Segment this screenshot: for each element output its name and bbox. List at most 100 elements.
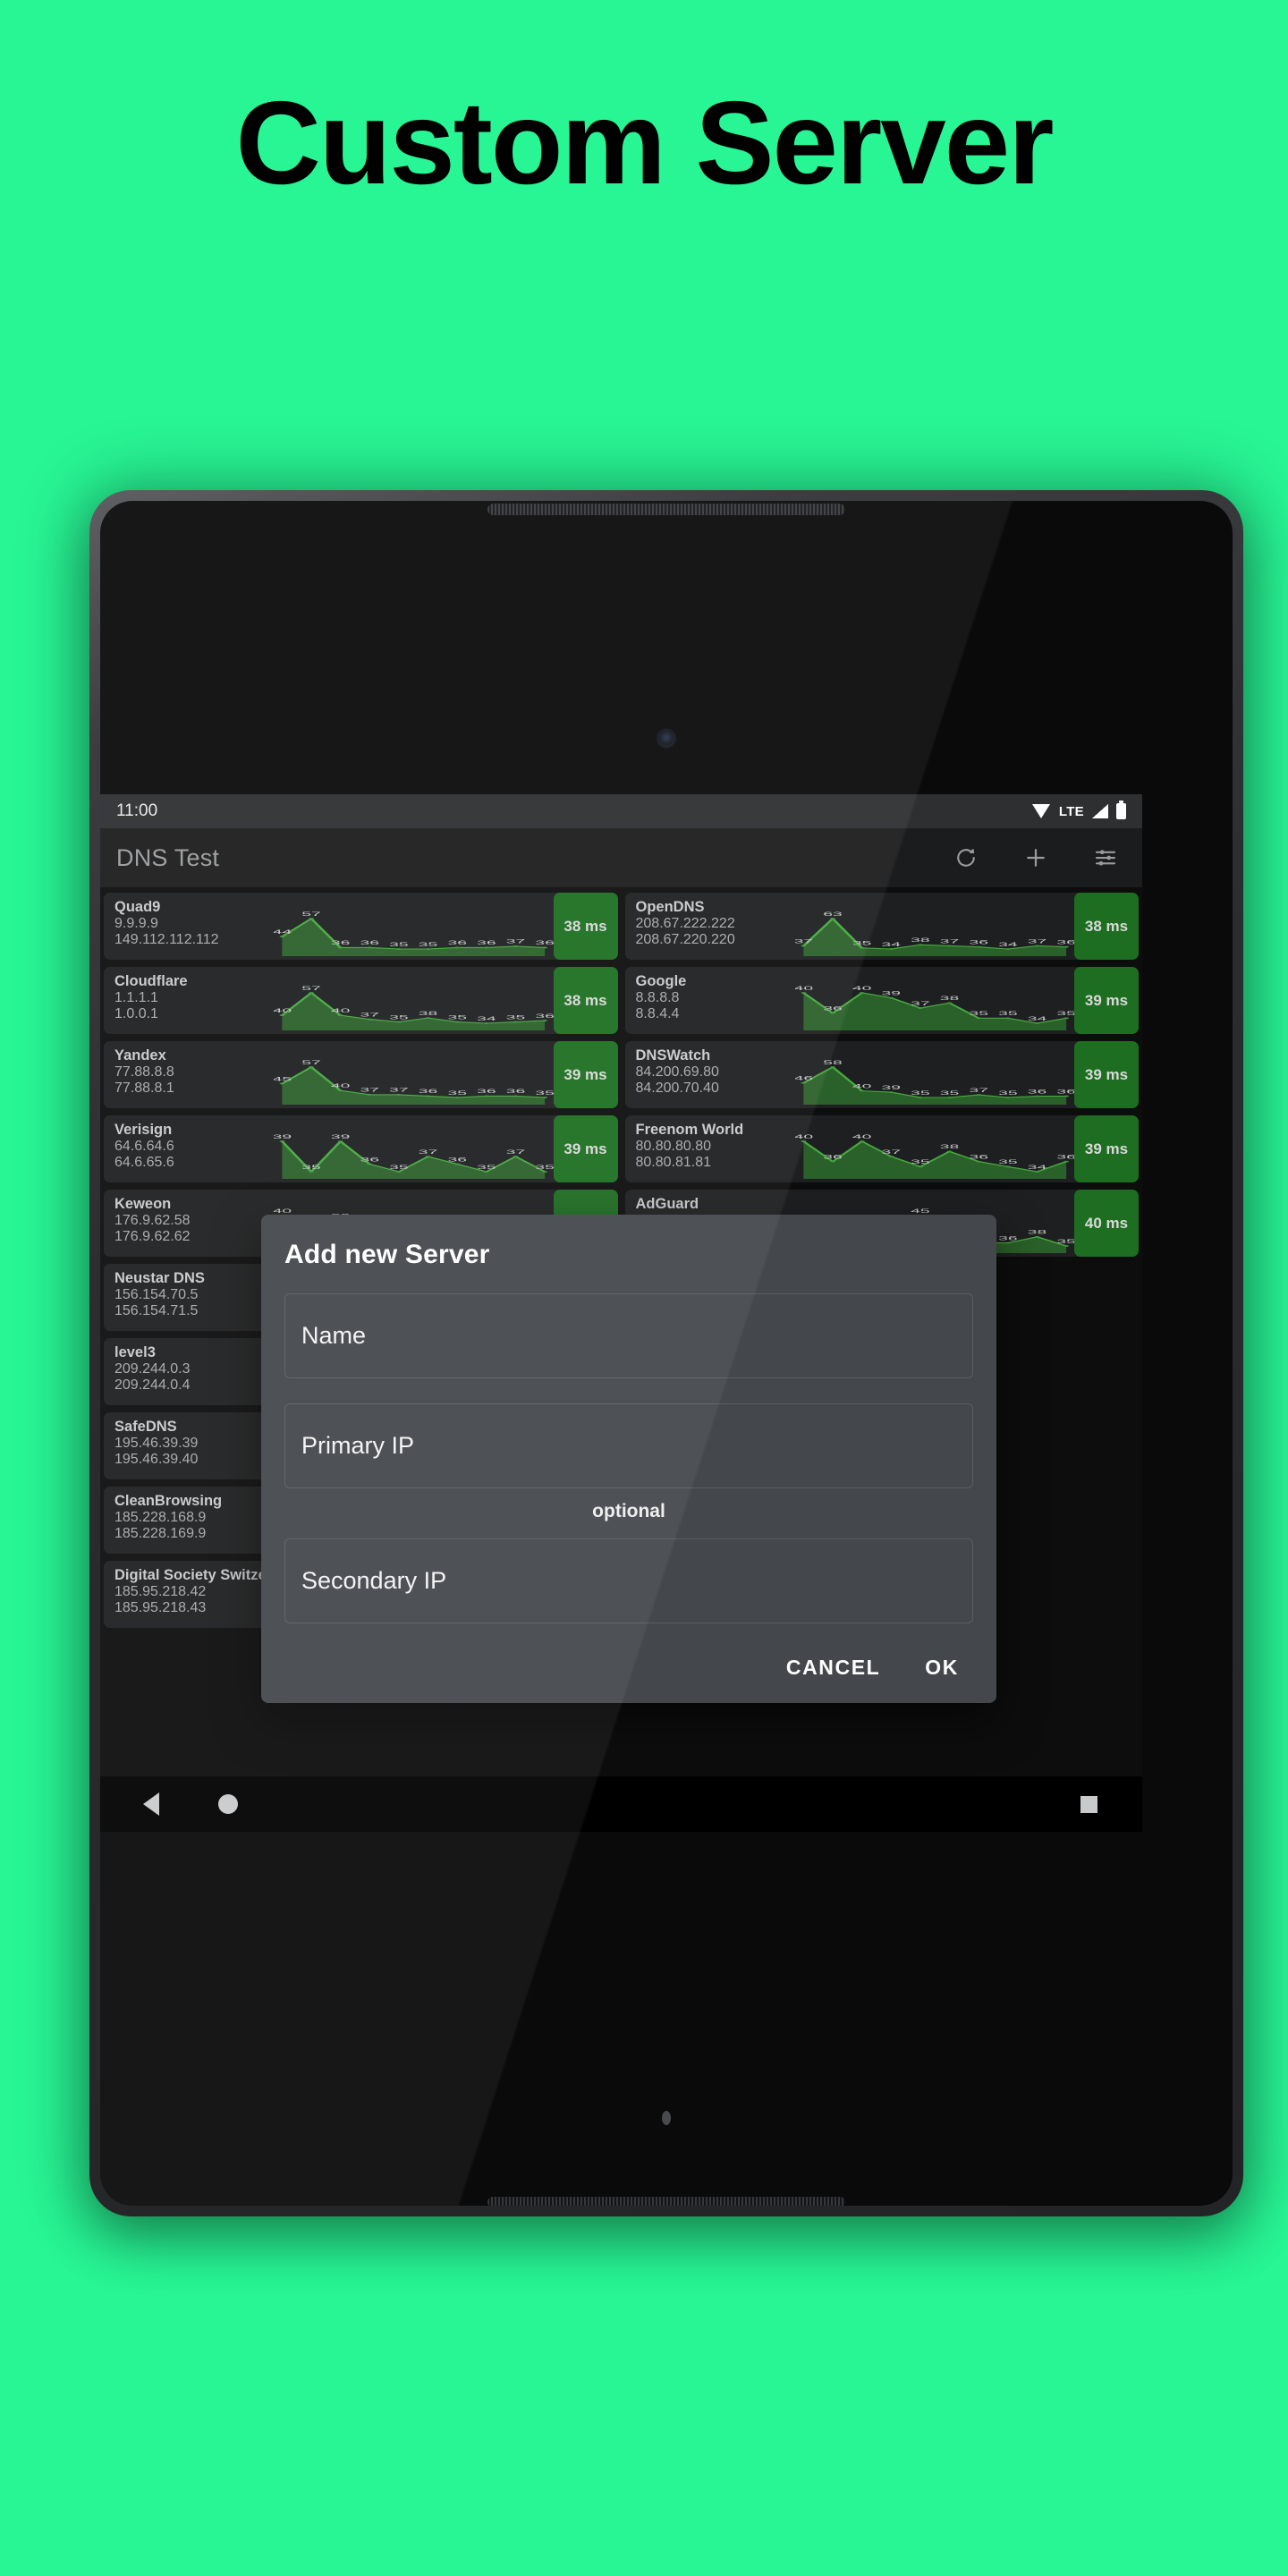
latency-badge: 39 ms	[1074, 967, 1139, 1034]
server-row[interactable]: Freenom World 80.80.80.80 80.80.81.81 40 36…	[624, 1115, 1139, 1182]
dialog-actions: CANCEL OK	[284, 1623, 973, 1689]
svg-text:37: 37	[911, 1001, 930, 1007]
server-info: Freenom World 80.80.80.80 80.80.81.81	[625, 1115, 795, 1182]
secondary-ip-field[interactable]: Secondary IP	[284, 1538, 973, 1623]
server-info: DNSWatch 84.200.69.80 84.200.70.40	[625, 1041, 795, 1108]
home-icon[interactable]	[218, 1794, 238, 1814]
latency-badge: 39 ms	[1074, 1041, 1139, 1108]
server-primary-ip: 185.95.218.42	[114, 1584, 207, 1599]
refresh-icon[interactable]	[953, 844, 979, 871]
server-info: Verisign 64.6.64.6 64.6.65.6	[104, 1115, 274, 1182]
ok-button[interactable]: OK	[925, 1656, 959, 1680]
svg-text:39: 39	[331, 1134, 351, 1140]
svg-text:46: 46	[795, 1075, 813, 1081]
server-secondary-ip: 185.95.218.43	[114, 1600, 207, 1615]
svg-text:37: 37	[1027, 938, 1046, 945]
dialog-title: Add new Server	[284, 1240, 490, 1269]
bottom-speaker-grill	[487, 2197, 845, 2206]
svg-text:35: 35	[911, 1090, 930, 1097]
server-primary-ip: 64.6.64.6	[114, 1139, 174, 1154]
svg-text:37: 37	[389, 1088, 409, 1094]
server-row[interactable]: DNSWatch 84.200.69.80 84.200.70.40 46 58 40 3…	[624, 1041, 1139, 1108]
server-secondary-ip: 185.228.169.9	[114, 1526, 207, 1541]
svg-text:35: 35	[852, 940, 871, 946]
svg-text:57: 57	[301, 986, 321, 992]
name-field[interactable]: Name	[284, 1293, 973, 1378]
server-secondary-ip: 176.9.62.62	[114, 1229, 191, 1244]
svg-text:36: 36	[823, 1154, 843, 1160]
svg-text:36: 36	[360, 1157, 380, 1163]
svg-text:36: 36	[1056, 1089, 1074, 1095]
server-name: OpenDNS	[635, 899, 705, 915]
signal-icon	[1092, 804, 1108, 818]
server-info: Quad9 9.9.9.9 149.112.112.112	[104, 893, 274, 960]
primary-ip-field[interactable]: Primary IP	[284, 1403, 973, 1488]
svg-text:36: 36	[419, 1089, 438, 1095]
back-icon[interactable]	[143, 1792, 159, 1816]
server-row[interactable]: Yandex 77.88.8.8 77.88.8.1 45 57 40 37 37 36 35 3…	[104, 1041, 618, 1108]
svg-text:34: 34	[1027, 1016, 1046, 1022]
svg-text:36: 36	[447, 1157, 467, 1163]
latency-sparkline: 39 35 39 36 35 37 36 35 37 35	[274, 1115, 554, 1182]
add-icon[interactable]	[1022, 844, 1049, 871]
svg-text:36: 36	[823, 1005, 843, 1012]
server-name: Digital Society Switzerland	[114, 1567, 274, 1583]
app-screen: 11:00 LTE DNS Test Quad9 9.9.9.9 149.112…	[100, 794, 1142, 1832]
svg-text:35: 35	[998, 1159, 1018, 1165]
svg-text:38: 38	[911, 937, 930, 944]
latency-badge: 40 ms	[1074, 1190, 1139, 1257]
svg-text:36: 36	[331, 940, 351, 946]
svg-text:39: 39	[881, 1085, 901, 1091]
app-bar: DNS Test	[100, 828, 1142, 887]
server-info: Google 8.8.8.8 8.8.4.4	[625, 967, 795, 1034]
page-title: Custom Server	[235, 77, 1054, 208]
svg-text:34: 34	[998, 942, 1018, 948]
server-info: SafeDNS 195.46.39.39 195.46.39.40	[104, 1412, 274, 1479]
server-primary-ip: 176.9.62.58	[114, 1213, 191, 1228]
svg-text:36: 36	[535, 1013, 553, 1020]
server-primary-ip: 195.46.39.39	[114, 1436, 199, 1451]
server-primary-ip: 208.67.222.222	[635, 916, 735, 931]
server-row[interactable]: Cloudflare 1.1.1.1 1.0.0.1 40 57 40 37 35 38 35 3…	[104, 967, 618, 1034]
svg-text:40: 40	[331, 1008, 351, 1014]
svg-text:40: 40	[795, 1134, 813, 1140]
server-row[interactable]: Quad9 9.9.9.9 149.112.112.112 44 57 36 36 35 35…	[104, 893, 618, 960]
server-primary-ip: 156.154.70.5	[114, 1287, 199, 1302]
svg-text:40: 40	[274, 1208, 292, 1215]
server-row[interactable]: Google 8.8.8.8 8.8.4.4 40 36 40 39 37 38 35 35 34 3…	[624, 967, 1139, 1034]
server-primary-ip: 209.244.0.3	[114, 1361, 191, 1377]
network-type-label: LTE	[1058, 803, 1084, 819]
svg-text:40: 40	[331, 1083, 351, 1089]
svg-text:36: 36	[998, 1235, 1018, 1241]
tune-icon[interactable]	[1092, 844, 1119, 871]
svg-text:34: 34	[881, 942, 901, 948]
latency-badge: 39 ms	[553, 1041, 618, 1108]
latency-badge: 38 ms	[553, 967, 618, 1034]
latency-badge: 38 ms	[553, 893, 618, 960]
server-secondary-ip: 84.200.70.40	[635, 1080, 719, 1096]
server-secondary-ip: 195.46.39.40	[114, 1452, 199, 1467]
cancel-button[interactable]: CANCEL	[786, 1656, 880, 1680]
svg-text:35: 35	[389, 942, 409, 948]
svg-text:35: 35	[447, 1014, 467, 1021]
recents-icon[interactable]	[1080, 1795, 1097, 1813]
secondary-ip-field-placeholder: Secondary IP	[301, 1567, 447, 1594]
svg-text:37: 37	[506, 939, 526, 945]
server-name: SafeDNS	[114, 1419, 177, 1435]
speaker-grill	[487, 504, 845, 515]
svg-text:36: 36	[969, 1154, 988, 1160]
svg-text:35: 35	[506, 1014, 526, 1021]
server-row[interactable]: Verisign 64.6.64.6 64.6.65.6 39 35 39 36 35 37 3…	[104, 1115, 618, 1182]
svg-text:35: 35	[998, 1011, 1018, 1017]
latency-badge: 39 ms	[1074, 1115, 1139, 1182]
server-row[interactable]: OpenDNS 208.67.222.222 208.67.220.220 37 63…	[624, 893, 1139, 960]
svg-text:40: 40	[852, 986, 871, 992]
svg-text:36: 36	[535, 940, 553, 946]
svg-text:36: 36	[506, 1089, 526, 1095]
android-nav-bar	[100, 1776, 1142, 1832]
latency-sparkline: 45 57 40 37 37 36 35 36 36 35	[274, 1041, 554, 1108]
server-info: Cloudflare 1.1.1.1 1.0.0.1	[104, 967, 274, 1034]
svg-text:37: 37	[360, 1088, 380, 1094]
svg-text:45: 45	[911, 1208, 930, 1215]
svg-text:34: 34	[477, 1016, 496, 1022]
